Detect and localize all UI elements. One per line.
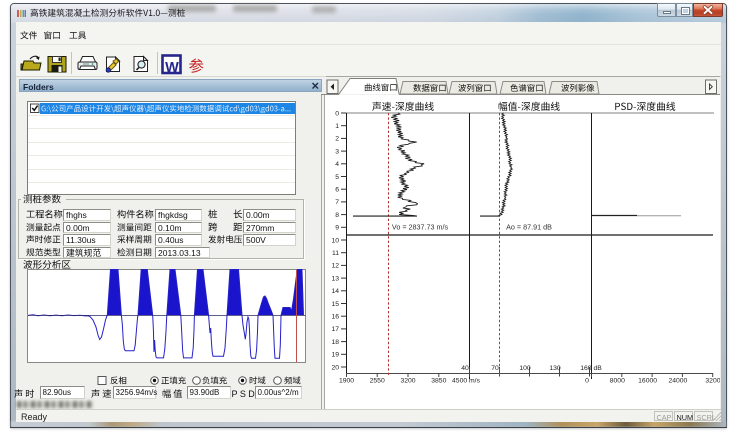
svg-text:11: 11 — [332, 250, 339, 257]
svg-text:4500 m/s: 4500 m/s — [452, 378, 481, 385]
svg-text:19: 19 — [331, 352, 339, 359]
svg-text:32000 u: 32000 u — [705, 378, 730, 385]
svg-text:1900: 1900 — [339, 378, 354, 385]
svg-text:130: 130 — [549, 365, 561, 372]
svg-text:8: 8 — [335, 212, 339, 219]
svg-text:160 dB: 160 dB — [580, 365, 602, 372]
svg-text:4: 4 — [335, 161, 339, 168]
svg-text:6: 6 — [335, 187, 339, 194]
svg-text:17: 17 — [331, 326, 339, 333]
svg-text:0: 0 — [585, 378, 589, 385]
svg-text:18: 18 — [331, 339, 339, 346]
svg-text:24000: 24000 — [668, 378, 687, 385]
svg-text:8000: 8000 — [610, 378, 625, 385]
svg-text:7: 7 — [335, 199, 339, 206]
svg-text:40: 40 — [461, 365, 469, 372]
svg-text:20: 20 — [331, 364, 339, 371]
svg-text:W: W — [165, 60, 179, 76]
svg-text:13: 13 — [331, 275, 339, 282]
svg-text:10: 10 — [331, 237, 339, 244]
svg-text:100: 100 — [519, 365, 531, 372]
svg-text:1: 1 — [335, 123, 339, 130]
svg-text:5: 5 — [335, 174, 339, 181]
svg-text:Vo = 2837.73 m/s: Vo = 2837.73 m/s — [392, 223, 449, 232]
svg-text:9: 9 — [335, 225, 339, 232]
svg-text:16: 16 — [331, 314, 339, 321]
svg-text:15: 15 — [331, 301, 339, 308]
svg-text:3200: 3200 — [400, 378, 415, 385]
svg-text:0: 0 — [335, 110, 339, 117]
svg-text:12: 12 — [331, 263, 339, 270]
svg-text:2: 2 — [335, 136, 339, 143]
svg-text:70: 70 — [491, 365, 499, 372]
svg-text:3850: 3850 — [431, 378, 446, 385]
svg-text:2550: 2550 — [370, 378, 385, 385]
svg-text:Ao = 87.91 dB: Ao = 87.91 dB — [506, 223, 552, 232]
svg-text:3: 3 — [335, 148, 339, 155]
svg-text:14: 14 — [331, 288, 339, 295]
svg-text:16000: 16000 — [638, 378, 657, 385]
